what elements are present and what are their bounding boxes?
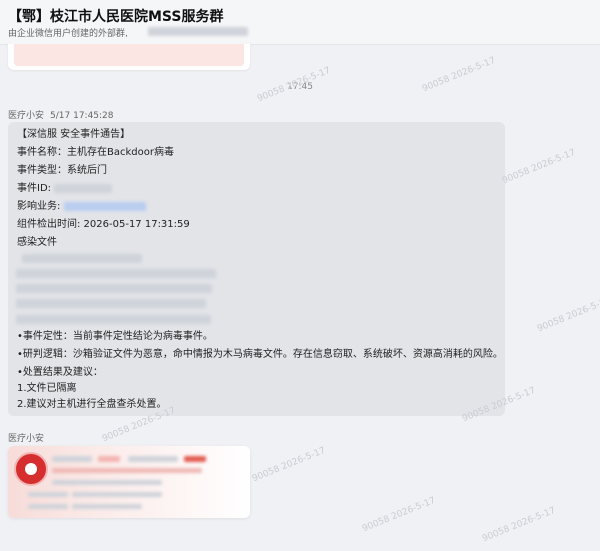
- redacted-text: [16, 269, 216, 278]
- message-sender: 医疗小安 5/17 17:45:28: [8, 108, 114, 121]
- disposition-step-2: 2.建议对主机进行全盘查杀处置。: [17, 399, 167, 410]
- chat-title[interactable]: 【鄂】枝江市人民医院MSS服务群: [8, 6, 223, 26]
- redacted-text: [128, 456, 178, 462]
- watermark: 90058 2026-5-17: [250, 445, 328, 485]
- event-id-label: 事件ID:: [17, 183, 52, 194]
- redacted-text: [52, 468, 202, 473]
- disposition-header: •处置结果及建议：: [17, 367, 103, 378]
- redacted-text: [54, 183, 113, 193]
- redacted-text: [72, 504, 142, 509]
- redacted-text: [52, 456, 92, 462]
- chat-subtitle: 由企业微信用户创建的外部群,: [8, 29, 128, 39]
- watermark: 90058 2026-5-17: [360, 495, 438, 535]
- card-banner: [14, 44, 244, 66]
- redacted-link[interactable]: [63, 201, 146, 211]
- affected-business-label: 影响业务:: [17, 201, 61, 212]
- event-id: 事件ID:: [17, 182, 113, 196]
- watermark: 90058 2026-5-17: [535, 295, 600, 335]
- redacted-text: [28, 492, 68, 497]
- redacted-text: [52, 480, 162, 485]
- redacted-text: [98, 456, 120, 462]
- detection-time: 组件检出时间: 2026-05-17 17:31:59: [17, 219, 190, 230]
- message-bubble[interactable]: 【深信服 安全事件通告】 事件名称：主机存在Backdoor病毒 事件类型：系统…: [8, 122, 505, 416]
- sender-name[interactable]: 医疗小安: [8, 434, 44, 444]
- report-card[interactable]: [8, 446, 250, 518]
- redacted-text: [184, 456, 206, 462]
- redacted-text: [16, 315, 211, 324]
- redacted-text: [72, 492, 162, 497]
- infected-files-label: 感染文件: [17, 237, 57, 248]
- previous-message-card[interactable]: [8, 44, 250, 70]
- hospital-logo-icon: [14, 452, 48, 486]
- redacted-text: [22, 254, 142, 263]
- message-timestamp: 5/17 17:45:28: [50, 111, 114, 121]
- affected-business: 影响业务:: [17, 200, 146, 214]
- watermark: 90058 2026-5-17: [480, 505, 558, 545]
- message-sender: 医疗小安: [8, 431, 44, 444]
- redacted-text: [28, 504, 68, 509]
- analysis-logic: •研判逻辑：沙箱验证文件为恶意，命中情报为木马病毒文件。存在信息窃取、系统破坏、…: [17, 349, 503, 360]
- sender-name[interactable]: 医疗小安: [8, 111, 44, 121]
- event-classification: •事件定性：当前事件定性结论为病毒事件。: [17, 331, 213, 342]
- event-type: 事件类型：系统后门: [17, 165, 107, 176]
- chat-header: 【鄂】枝江市人民医院MSS服务群 由企业微信用户创建的外部群,: [0, 0, 600, 45]
- redacted-text: [16, 284, 212, 293]
- event-name: 事件名称：主机存在Backdoor病毒: [17, 147, 174, 158]
- notice-title: 【深信服 安全事件通告】: [17, 129, 131, 140]
- time-separator: 17:45: [287, 82, 313, 92]
- redacted-text: [148, 27, 248, 36]
- watermark: 90058 2026-5-17: [500, 147, 578, 187]
- disposition-step-1: 1.文件已隔离: [17, 383, 77, 394]
- redacted-text: [16, 299, 206, 308]
